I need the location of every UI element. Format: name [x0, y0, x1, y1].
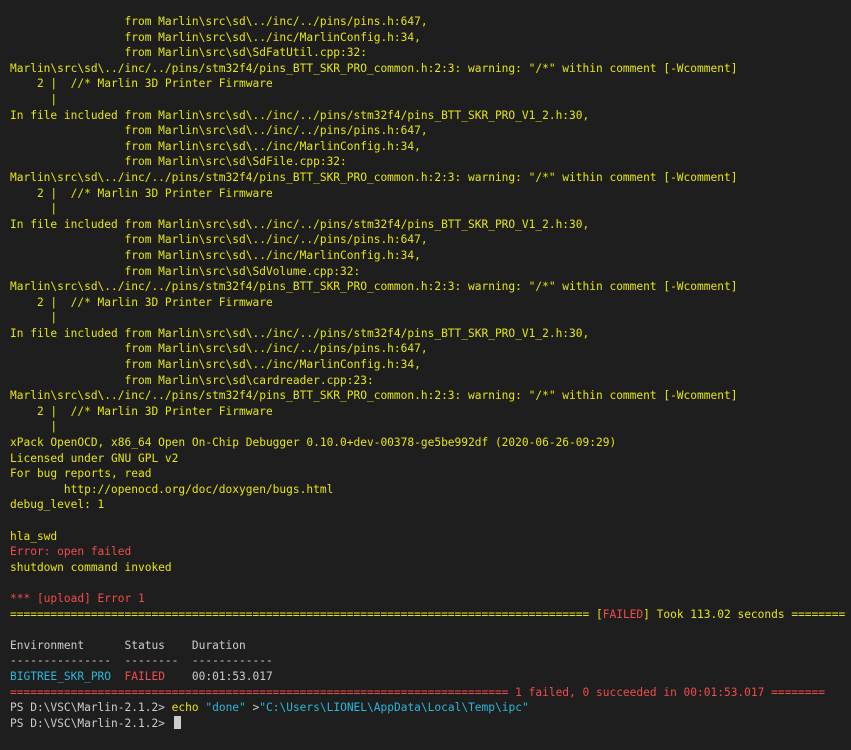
summary-duration: 00:01:53.017 [191, 669, 273, 683]
log-line: Marlin\src\sd\../inc/../pins/stm32f4/pin… [10, 280, 738, 294]
log-line: from Marlin\src\sd\../inc/../pins/pins.h… [10, 233, 428, 247]
log-line: from Marlin\src\sd\cardreader.cpp:23: [10, 373, 374, 387]
log-line: In file included from Marlin\src\sd\../i… [10, 217, 590, 231]
terminal-output[interactable]: from Marlin\src\sd\../inc/../pins/pins.h… [0, 0, 851, 750]
log-line: from Marlin\src\sd\../inc/MarlinConfig.h… [10, 248, 421, 262]
log-line: Licensed under GNU GPL v2 [10, 451, 179, 465]
log-line: Marlin\src\sd\../inc/../pins/stm32f4/pin… [10, 389, 738, 403]
log-line: In file included from Marlin\src\sd\../i… [10, 326, 590, 340]
log-line: Marlin\src\sd\../inc/../pins/stm32f4/pin… [10, 61, 738, 75]
command-echo: echo [171, 701, 199, 715]
log-line: 2 | //* Marlin 3D Printer Firmware [10, 77, 273, 91]
log-line: from Marlin\src\sd\SdFatUtil.cpp:32: [10, 46, 367, 60]
summary-dashes: --------------- -------- ------------ [10, 654, 273, 668]
log-line: from Marlin\src\sd\../inc/../pins/pins.h… [10, 15, 428, 28]
log-line: 2 | //* Marlin 3D Printer Firmware [10, 186, 273, 200]
log-line: | [10, 202, 58, 216]
cursor [173, 715, 181, 729]
log-line: Marlin\src\sd\../inc/../pins/stm32f4/pin… [10, 170, 738, 184]
summary-header: Environment Status Duration [10, 638, 246, 652]
log-line: hla_swd [10, 529, 58, 543]
log-line: | [10, 92, 58, 106]
log-line: shutdown command invoked [10, 560, 172, 574]
log-line: xPack OpenOCD, x86_64 Open On-Chip Debug… [10, 436, 617, 450]
log-line: from Marlin\src\sd\../inc/MarlinConfig.h… [10, 30, 421, 44]
log-line: from Marlin\src\sd\../inc/../pins/pins.h… [10, 342, 428, 356]
log-line: from Marlin\src\sd\../inc/../pins/pins.h… [10, 124, 428, 138]
log-line: In file included from Marlin\src\sd\../i… [10, 108, 590, 122]
command-arg-done: "done" [205, 701, 246, 715]
log-line: http://openocd.org/doc/doxygen/bugs.html [10, 482, 334, 496]
prompt-line-2[interactable]: PS D:\VSC\Marlin-2.1.2> [0, 715, 851, 732]
command-redirect: > [245, 701, 260, 715]
log-line: For bug reports, read [10, 467, 152, 481]
prompt-line-1: PS D:\VSC\Marlin-2.1.2> echo "done" >"C:… [0, 700, 851, 716]
summary-status: FAILED [124, 669, 165, 683]
final-rule: ========================================… [10, 685, 825, 699]
log-line: from Marlin\src\sd\../inc/MarlinConfig.h… [10, 139, 421, 153]
log-line: | [10, 311, 58, 325]
log-line: from Marlin\src\sd\SdFile.cpp:32: [10, 155, 347, 169]
log-line: | [10, 420, 58, 434]
command-arg-path: "C:\Users\LIONEL\AppData\Local\Temp\ipc" [259, 701, 529, 715]
log-line: 2 | //* Marlin 3D Printer Firmware [10, 404, 273, 418]
prompt-text: PS D:\VSC\Marlin-2.1.2> [10, 701, 172, 715]
summary-env: BIGTREE_SKR_PRO [10, 669, 112, 683]
summary-row: BIGTREE_SKR_PRO FAILED 00:01:53.017 [0, 669, 851, 685]
failed-rule: ========================================… [10, 607, 846, 621]
log-line: from Marlin\src\sd\SdVolume.cpp:32: [10, 264, 361, 278]
failed-status: FAILED [602, 607, 644, 621]
prompt-text: PS D:\VSC\Marlin-2.1.2> [10, 716, 172, 730]
log-line: 2 | //* Marlin 3D Printer Firmware [10, 295, 273, 309]
log-line: from Marlin\src\sd\../inc/MarlinConfig.h… [10, 358, 421, 372]
log-line: Error: open failed [10, 545, 132, 559]
build-log: from Marlin\src\sd\../inc/../pins/pins.h… [0, 14, 851, 607]
log-line: *** [upload] Error 1 [10, 591, 145, 605]
log-line: debug_level: 1 [10, 498, 105, 512]
